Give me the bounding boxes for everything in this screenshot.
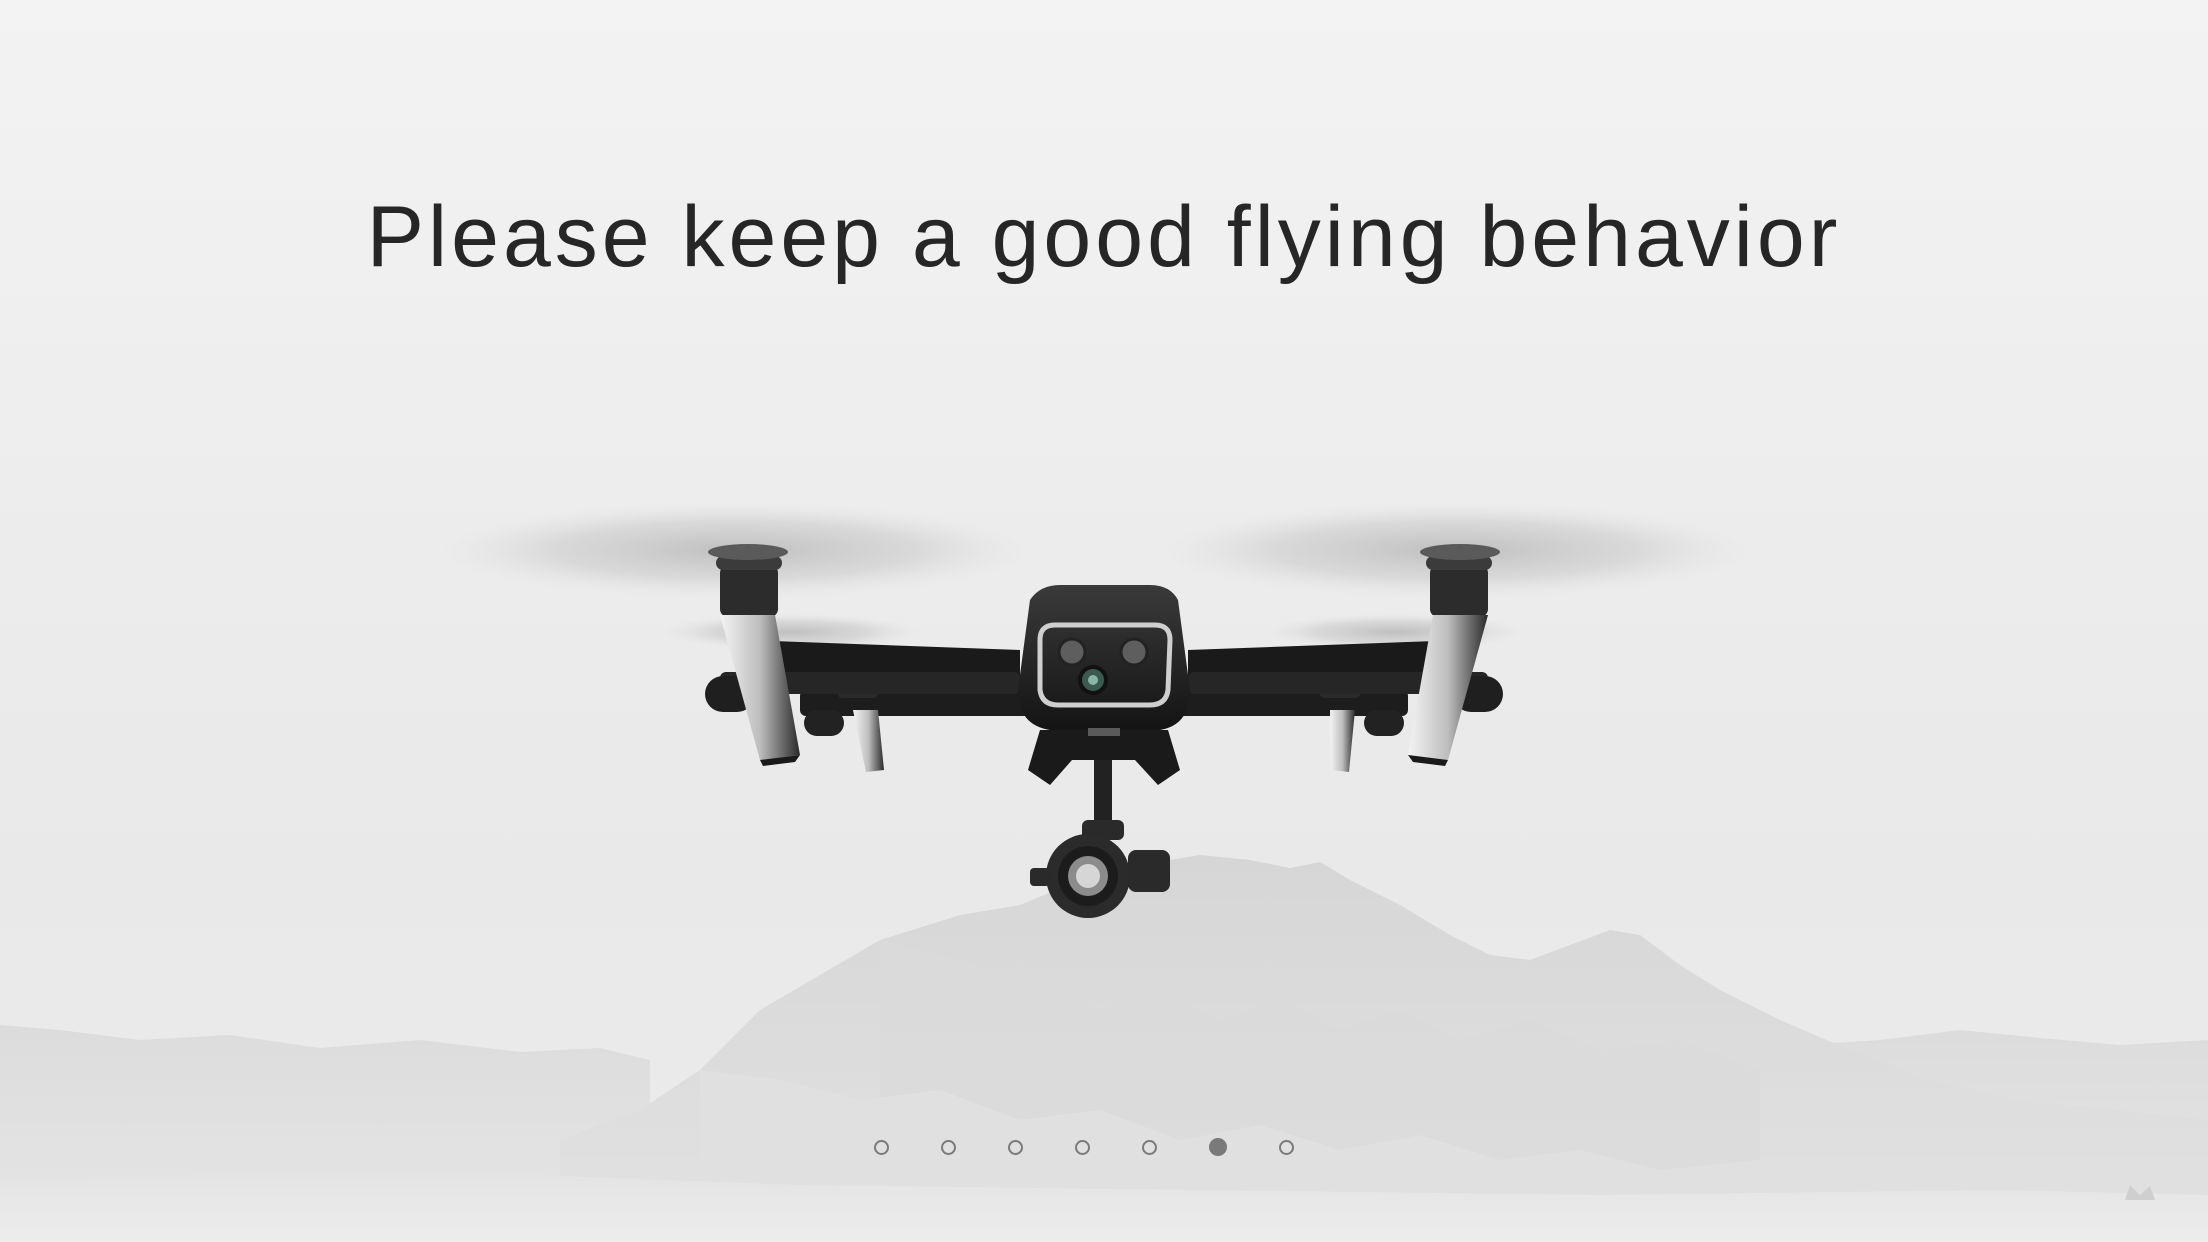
page-dot-4[interactable] bbox=[1075, 1139, 1090, 1155]
page-dot-3[interactable] bbox=[1008, 1139, 1023, 1155]
page-indicator bbox=[874, 1136, 1294, 1158]
drone-illustration bbox=[435, 502, 1755, 918]
page-dot-5[interactable] bbox=[1142, 1139, 1157, 1155]
onboarding-screen: Please keep a good flying behavior bbox=[0, 0, 2208, 1242]
page-dot-2[interactable] bbox=[941, 1139, 956, 1155]
page-dot-6-active[interactable] bbox=[1209, 1138, 1227, 1156]
page-dot-7[interactable] bbox=[1279, 1139, 1294, 1155]
page-dot-1[interactable] bbox=[874, 1139, 889, 1155]
